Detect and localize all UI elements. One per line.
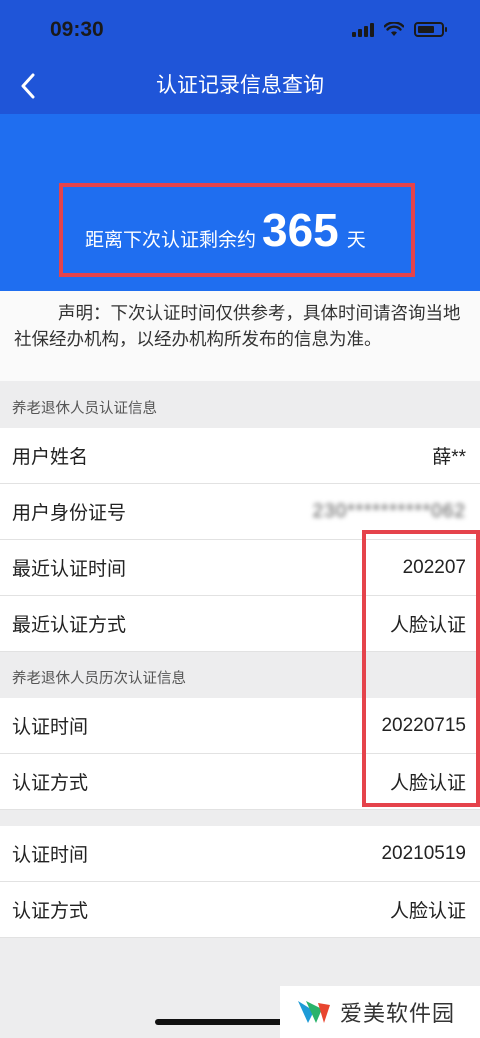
row-label: 认证方式: [12, 900, 89, 922]
cellular-signal-icon: [352, 22, 374, 37]
countdown-unit: 天: [346, 229, 366, 251]
status-icons: [352, 22, 447, 37]
watermark: 爱美软件园: [280, 986, 480, 1038]
status-bar: 09:30: [0, 0, 480, 62]
row-history-time: 认证时间 20220715: [0, 698, 480, 754]
row-label: 最近认证方式: [12, 614, 127, 636]
watermark-logo-icon: [298, 1001, 330, 1023]
row-value: 20210519: [381, 842, 466, 864]
row-history-method: 认证方式 人脸认证: [0, 882, 480, 938]
watermark-text: 爱美软件园: [340, 1002, 456, 1027]
status-time: 09:30: [50, 18, 104, 41]
row-label: 用户姓名: [12, 446, 89, 468]
row-label: 用户身份证号: [12, 502, 127, 524]
row-label: 认证时间: [12, 844, 89, 866]
disclaimer-text: 声明：下次认证时间仅供参考，具体时间请咨询当地社保经办机构，以经办机构所发布的信…: [14, 304, 461, 350]
battery-icon: [414, 22, 447, 37]
row-id-number: 用户身份证号 230**********062: [0, 484, 480, 540]
wifi-icon: [384, 22, 404, 36]
row-history-method: 认证方式 人脸认证: [0, 754, 480, 810]
section-header-history: 养老退休人员历次认证信息: [0, 654, 480, 698]
row-label: 认证时间: [12, 716, 89, 738]
row-history-time: 认证时间 20210519: [0, 826, 480, 882]
row-value: 人脸认证: [389, 901, 466, 922]
row-label: 认证方式: [12, 772, 89, 794]
countdown-days: 365: [262, 204, 339, 256]
row-value: 人脸认证: [389, 773, 466, 794]
countdown-prefix: 距离下次认证剩余约: [85, 229, 257, 251]
page-title: 认证记录信息查询: [156, 73, 324, 97]
row-value: 20220715: [381, 714, 466, 736]
row-label: 最近认证时间: [12, 558, 127, 580]
row-value: 人脸认证: [389, 615, 466, 636]
countdown-highlight-box: 距离下次认证剩余约 365 天: [59, 183, 415, 277]
row-last-auth-method: 最近认证方式 人脸认证: [0, 596, 480, 652]
row-last-auth-time: 最近认证时间 202207: [0, 540, 480, 596]
row-value: 202207: [402, 556, 466, 578]
row-value: 薛**: [432, 447, 466, 468]
countdown-text: 距离下次认证剩余约 365 天: [85, 203, 366, 257]
row-value-blurred: 230**********062: [312, 500, 466, 522]
row-user-name: 用户姓名 薛**: [0, 428, 480, 484]
countdown-banner: 距离下次认证剩余约 365 天: [0, 114, 480, 291]
disclaimer-notice: 声明：下次认证时间仅供参考，具体时间请咨询当地社保经办机构，以经办机构所发布的信…: [0, 291, 480, 381]
section-header-info: 养老退休人员认证信息: [0, 384, 480, 428]
nav-bar: 认证记录信息查询: [0, 62, 480, 114]
